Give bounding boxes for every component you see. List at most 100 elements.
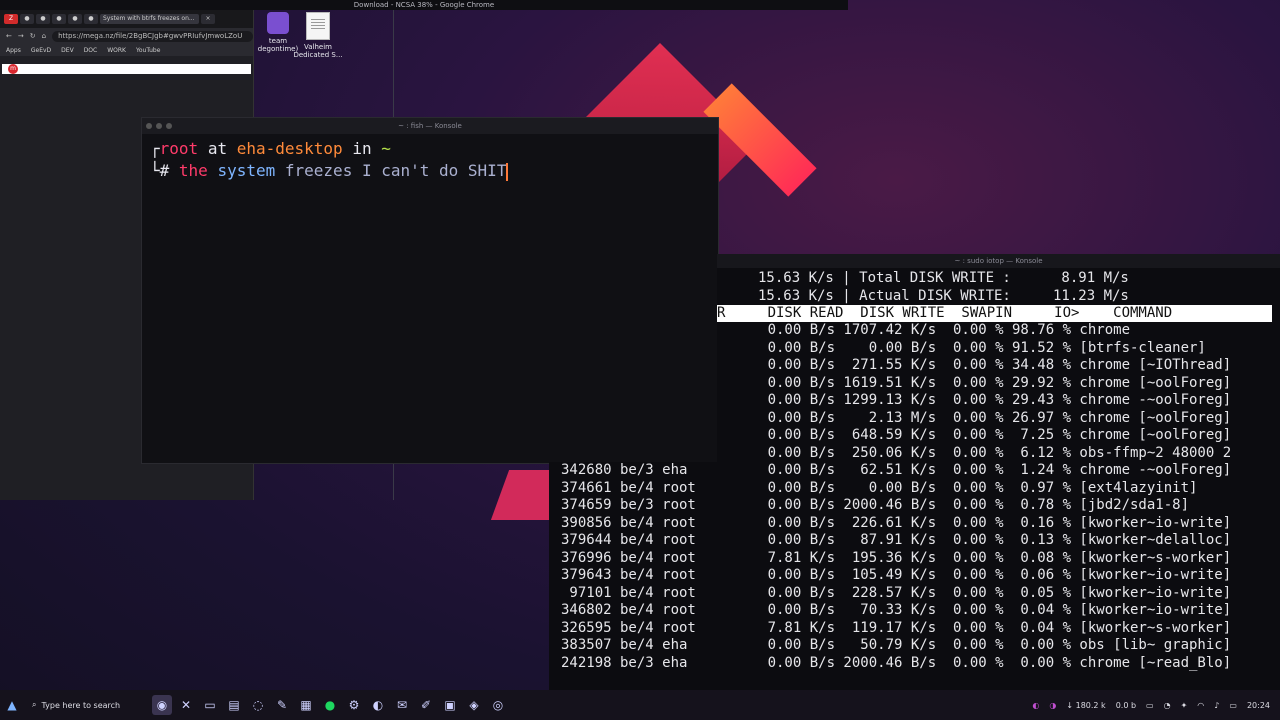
tray-app-icon[interactable]: ◑ [1049, 701, 1056, 710]
process-row: 0.00 B/s 271.55 K/s 0.00 % 34.48 % chrom… [717, 357, 1232, 373]
tray-app-icon[interactable]: ◐ [1032, 701, 1039, 710]
back-icon[interactable]: ← [6, 32, 12, 40]
process-row: 0.00 B/s 105.49 K/s 0.00 % 0.06 % [kwork… [717, 567, 1232, 583]
notification-icon[interactable]: ▭ [1229, 701, 1237, 710]
konsole-titlebar: ~ : fish — Konsole [142, 118, 718, 134]
store-taskbar-icon[interactable]: ▣ [440, 695, 460, 715]
volume-icon[interactable]: ♪ [1214, 701, 1219, 710]
process-id-user: 390856 be/4 root [561, 514, 696, 531]
tab-active[interactable]: System with btrfs freezes on... [100, 14, 199, 24]
process-id-user: 97101 be/4 root [561, 584, 696, 601]
address-bar-row: ← → ↻ ⌂ https://mega.nz/file/2BgBCJgb#gw… [0, 28, 253, 44]
prompt-hash: └# [150, 161, 170, 180]
editor-taskbar-icon[interactable]: ✐ [416, 695, 436, 715]
konsole-title: ~ : fish — Konsole [398, 122, 462, 130]
net-up-value: 0.0 b [1115, 700, 1137, 710]
page-content: m [2, 64, 251, 74]
tab-2[interactable]: ● [20, 14, 34, 24]
system-tray: ◐ ◑ ↓ 180.2 k 0.0 b ▭ ◔ ✦ ◠ ♪ ▭ 20:24 [1032, 701, 1280, 710]
window-title-bar: Download - NCSA 38% - Google Chrome [0, 0, 848, 10]
start-menu-icon[interactable]: ▲ [2, 695, 22, 715]
tab-title: System with btrfs freezes on... [103, 15, 195, 22]
bookmark-work[interactable]: WORK [107, 47, 126, 54]
bookmark-geevd[interactable]: GeEvD [31, 47, 51, 54]
iotop-header: R DISK READ DISK WRITE SWAPIN IO> COMMAN… [717, 305, 1173, 321]
home-icon[interactable]: ⌂ [42, 32, 46, 40]
summary-total-write: 15.63 K/s | Total DISK WRITE : 8.91 M/s [758, 270, 1129, 286]
obs-taskbar-icon[interactable]: ◎ [488, 695, 508, 715]
summary-actual-write: 15.63 K/s | Actual DISK WRITE: 11.23 M/s [758, 288, 1129, 304]
tab-6[interactable]: ● [84, 14, 98, 24]
prompt-user: root [159, 139, 199, 158]
process-row: 7.81 K/s 195.36 K/s 0.00 % 0.08 % [kwork… [717, 549, 1232, 566]
command-rest: freezes I can't do SHIT [284, 161, 507, 180]
process-id-user: 242198 be/3 eha [561, 654, 688, 671]
prompt-line: ┌root at eha-desktop in ~ [150, 138, 710, 160]
wifi-icon[interactable]: ◠ [1197, 701, 1204, 710]
process-row: 0.00 B/s 1299.13 K/s 0.00 % 29.43 % chro… [717, 392, 1232, 408]
settings-taskbar-icon[interactable]: ⚙ [344, 695, 364, 715]
mega-logo-icon: m [8, 64, 18, 74]
files-taskbar-icon[interactable]: ▤ [224, 695, 244, 715]
process-row: 0.00 B/s 648.59 K/s 0.00 % 7.25 % chrome… [717, 427, 1232, 443]
tab-strip: Z ● ● ● ● ● System with btrfs freezes on… [0, 10, 253, 28]
tab-5[interactable]: ● [68, 14, 82, 24]
mail-taskbar-icon[interactable]: ✉ [392, 695, 412, 715]
bookmark-dev[interactable]: DEV [61, 47, 74, 54]
text-cursor [506, 162, 509, 181]
process-row: 0.00 B/s 0.00 B/s 0.00 % 0.97 % [ext4laz… [717, 479, 1198, 496]
chrome-taskbar-icon[interactable]: ◉ [152, 695, 172, 715]
terminal-output[interactable]: ┌root at eha-desktop in ~ └# the system … [142, 134, 718, 186]
process-id-user: 326595 be/4 root [561, 619, 696, 636]
bookmarks-bar: Apps GeEvD DEV DOC WORK YouTube [0, 44, 253, 56]
process-row: 0.00 B/s 226.61 K/s 0.00 % 0.16 % [kwork… [717, 514, 1232, 531]
terminal-taskbar-icon[interactable]: ▭ [200, 695, 220, 715]
url-input[interactable]: https://mega.nz/file/2BgBCJgb#gwvPRIufvJ… [52, 30, 253, 42]
reload-icon[interactable]: ↻ [30, 32, 36, 40]
window-title-text: Download - NCSA 38% - Google Chrome [353, 1, 495, 9]
bookmark-doc[interactable]: DOC [84, 47, 98, 54]
tab-4[interactable]: ● [52, 14, 66, 24]
tab-3[interactable]: ● [36, 14, 50, 24]
process-row: 0.00 B/s 1619.51 K/s 0.00 % 29.92 % chro… [717, 374, 1232, 391]
bookmark-apps[interactable]: Apps [6, 47, 21, 54]
app-taskbar-icon[interactable]: ◈ [464, 695, 484, 715]
process-row: 0.00 B/s 2.13 M/s 0.00 % 26.97 % chrome … [717, 409, 1232, 426]
process-row: 0.00 B/s 87.91 K/s 0.00 % 0.13 % [kworke… [717, 532, 1232, 548]
bookmark-youtube[interactable]: YouTube [136, 47, 160, 54]
prompt-at: at [207, 139, 228, 158]
search-placeholder: Type here to search [41, 700, 121, 710]
process-row: 7.81 K/s 119.17 K/s 0.00 % 0.04 % [kwork… [717, 619, 1232, 636]
process-id-user: 374659 be/3 root [561, 497, 696, 513]
vscode-taskbar-icon[interactable]: ✕ [176, 695, 196, 715]
search-input[interactable]: ⌕ Type here to search [24, 700, 150, 710]
process-id-user: 379644 be/4 root [561, 532, 696, 548]
tool-taskbar-icon[interactable]: ✎ [272, 695, 292, 715]
close-tab-icon[interactable]: × [201, 14, 215, 24]
process-id-user: 374661 be/4 root [561, 479, 696, 496]
minimize-dot-icon[interactable] [156, 123, 162, 129]
command-line: └# the system freezes I can't do SHIT [150, 160, 710, 182]
forward-icon[interactable]: → [18, 32, 24, 40]
chat-taskbar-icon[interactable]: ◌ [248, 695, 268, 715]
konsole-title: ~ : sudo iotop — Konsole [717, 254, 1280, 268]
tab-z[interactable]: Z [4, 14, 18, 24]
net-down-readout: ↓ 180.2 k [1066, 700, 1106, 710]
process-row: 0.00 B/s 1707.42 K/s 0.00 % 98.76 % chro… [717, 322, 1131, 338]
tray-icon[interactable]: ✦ [1181, 701, 1188, 710]
spotify-taskbar-icon[interactable]: ● [320, 695, 340, 715]
fish-konsole-window[interactable]: ~ : fish — Konsole ┌root at eha-desktop … [141, 117, 719, 464]
calculator-taskbar-icon[interactable]: ▦ [296, 695, 316, 715]
discord-taskbar-icon[interactable]: ◐ [368, 695, 388, 715]
process-row: 0.00 B/s 50.79 K/s 0.00 % 0.00 % obs [li… [717, 637, 1232, 653]
prompt-host: eha-desktop [236, 139, 343, 158]
net-down-value: 180.2 k [1075, 700, 1106, 710]
net-up-readout: 0.0 b [1116, 701, 1136, 710]
clock[interactable]: 20:24 [1247, 701, 1270, 710]
process-row: 0.00 B/s 70.33 K/s 0.00 % 0.04 % [kworke… [717, 602, 1232, 618]
command-word-the: the [178, 161, 208, 180]
tray-icon[interactable]: ▭ [1146, 701, 1154, 710]
close-dot-icon[interactable] [146, 123, 152, 129]
tray-icon[interactable]: ◔ [1164, 701, 1171, 710]
maximize-dot-icon[interactable] [166, 123, 172, 129]
